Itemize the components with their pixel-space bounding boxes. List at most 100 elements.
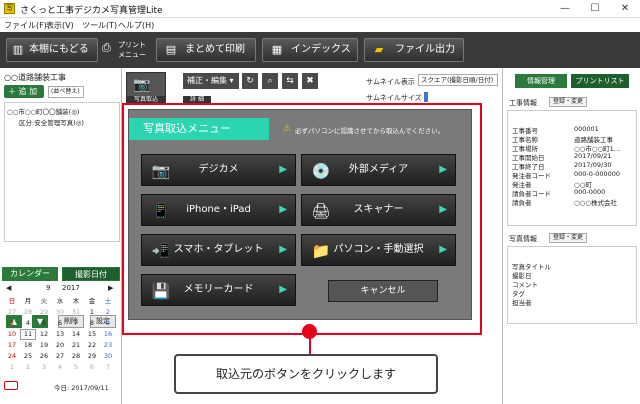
calendar-day[interactable]: 30 <box>100 351 116 362</box>
close-button[interactable]: ✕ <box>610 0 640 18</box>
tab-photo-import[interactable]: 写真取込 <box>126 96 166 103</box>
calendar-day[interactable]: 24 <box>4 351 20 362</box>
site-name: ○○道路舗装工事 <box>4 73 66 82</box>
calendar-week: 27 28 29 30 31 1 2 <box>2 307 120 318</box>
calendar-day[interactable]: 30 <box>52 307 68 318</box>
add-button[interactable]: ＋ 追 加 <box>4 85 44 98</box>
work-info-row: 工事終了日 2017/09/30 <box>508 161 636 171</box>
work-info-row: 発注者 ○○町 <box>508 179 636 189</box>
calendar-day[interactable]: 15 <box>84 329 100 340</box>
prev-month-icon[interactable]: ◀ <box>6 284 11 292</box>
calendar-day[interactable]: 4 <box>52 362 68 373</box>
calendar-day[interactable]: 27 <box>4 307 20 318</box>
thumbnail-size-slider[interactable] <box>424 92 428 102</box>
calendar-weeks: 27 28 29 30 31 1 2 3 4 5 6 7 8 9 10 11 12 13 14 15 16 17 18 19 2… <box>2 307 120 373</box>
calendar-day[interactable]: 22 <box>84 340 100 351</box>
calendar-day[interactable]: 1 <box>84 307 100 318</box>
maximize-button[interactable]: ☐ <box>580 0 610 18</box>
calendar-month: 9 <box>46 284 51 292</box>
thumbnail-size-label: サムネイルサイズ <box>366 94 422 102</box>
edit-menu-button[interactable]: 補正・編集 ▾ <box>183 73 239 89</box>
calendar-day[interactable]: 6 <box>52 318 68 329</box>
bookshelf-icon: ▥ <box>12 43 24 56</box>
calendar-day[interactable]: 11 <box>20 329 36 340</box>
swap-icon[interactable]: ⇆ <box>282 73 298 89</box>
thumbnail-display-label: サムネイル表示 <box>366 78 415 86</box>
menu-view[interactable]: 表示(V) <box>46 20 74 31</box>
weekday: 木 <box>72 297 80 305</box>
index-button[interactable]: ▦ インデックス <box>262 38 358 62</box>
calendar-day[interactable]: 2 <box>100 307 116 318</box>
menu-help[interactable]: ヘルプ(H) <box>118 20 154 31</box>
weekday: 水 <box>56 297 64 305</box>
calendar-day[interactable]: 20 <box>52 340 68 351</box>
zoom-icon[interactable]: ⌕ <box>262 73 278 89</box>
calendar-day[interactable]: 17 <box>4 340 20 351</box>
file-output-button[interactable]: ▰ ファイル出力 <box>364 38 464 62</box>
calendar-day[interactable]: 5 <box>68 362 84 373</box>
calendar-day[interactable]: 9 <box>100 318 116 329</box>
calendar-day[interactable]: 23 <box>100 340 116 351</box>
tab-detail[interactable]: 詳 細 <box>183 96 211 103</box>
tree-item-category[interactable]: 区分:安全管理写真(◎) <box>5 116 119 127</box>
sort-select[interactable]: (並べ替え) <box>48 86 84 98</box>
camera-icon: 📷 <box>133 77 151 93</box>
calendar-day[interactable]: 14 <box>68 329 84 340</box>
tab-print-list[interactable]: プリントリスト <box>571 74 629 88</box>
work-info-value: ○○○株式会社 <box>574 199 618 207</box>
trash-icon[interactable]: ✖ <box>302 73 318 89</box>
calendar-day[interactable]: 28 <box>68 351 84 362</box>
tree-item-site[interactable]: ○○市○○町〇〇舗装(◎) <box>5 103 119 116</box>
calendar-day[interactable]: 18 <box>20 340 36 351</box>
photo-info-row: 撮影日 <box>508 270 636 280</box>
tab-shoot-date[interactable]: 撮影日付 <box>62 267 120 281</box>
calendar-day[interactable]: 5 <box>36 318 52 329</box>
instruction-callout: 取込元のボタンをクリックします <box>174 354 438 394</box>
calendar-day[interactable]: 25 <box>20 351 36 362</box>
calendar-day[interactable]: 13 <box>52 329 68 340</box>
calendar-day[interactable]: 3 <box>36 362 52 373</box>
minimize-button[interactable]: — <box>550 0 580 18</box>
calendar-week: 17 18 19 20 21 22 23 <box>2 340 120 351</box>
next-month-icon[interactable]: ▶ <box>108 284 113 292</box>
back-to-shelf-button[interactable]: ▥ 本棚にもどる <box>6 38 98 62</box>
tab-calendar[interactable]: カレンダー <box>2 267 58 281</box>
calendar-week: 1234567 <box>2 362 120 373</box>
calendar-day[interactable]: 31 <box>68 307 84 318</box>
work-info-row: 工事開始日 2017/09/21 <box>508 152 636 162</box>
calendar-day[interactable]: 7 <box>68 318 84 329</box>
printer-icon: ⎙ <box>102 41 111 54</box>
calendar-day[interactable]: 26 <box>36 351 52 362</box>
calendar-day[interactable]: 28 <box>20 307 36 318</box>
calendar-day[interactable]: 16 <box>100 329 116 340</box>
calendar-weekdays: 日 月 火 水 木 金 土 <box>2 296 120 307</box>
menu-bar: ファイル(F) 表示(V) ツール(T) ヘルプ(H) <box>0 18 640 32</box>
calendar-day[interactable]: 29 <box>84 351 100 362</box>
print-menu-button[interactable]: ⎙ プリント メニュー <box>100 38 152 62</box>
weekday: 土 <box>104 297 112 305</box>
calendar-day[interactable]: 3 <box>4 318 20 329</box>
calendar-day[interactable]: 7 <box>100 362 116 373</box>
tab-info-management[interactable]: 情報管理 <box>515 74 567 88</box>
calendar-day[interactable]: 6 <box>84 362 100 373</box>
work-info-value: 2017/09/21 <box>574 152 612 160</box>
calendar-day[interactable]: 4 <box>20 318 36 329</box>
calendar-day[interactable]: 27 <box>52 351 68 362</box>
work-info-key: 請負者 <box>512 199 532 207</box>
calendar-day[interactable]: 12 <box>36 329 52 340</box>
today-marker-icon <box>4 381 18 390</box>
photo-info-edit-button[interactable]: 登録・変更 <box>549 233 587 243</box>
menu-tools[interactable]: ツール(T) <box>82 20 117 31</box>
batch-print-button[interactable]: ▤ まとめて印刷 <box>156 38 256 62</box>
calendar-day[interactable]: 10 <box>4 329 20 340</box>
thumbnail-display-select[interactable]: スクエア(撮影日順/日付) <box>418 74 498 86</box>
rotate-icon[interactable]: ↻ <box>242 73 258 89</box>
menu-file[interactable]: ファイル(F) <box>4 20 47 31</box>
calendar-day[interactable]: 29 <box>36 307 52 318</box>
calendar-day[interactable]: 8 <box>84 318 100 329</box>
calendar-day[interactable]: 19 <box>36 340 52 351</box>
calendar-day[interactable]: 21 <box>68 340 84 351</box>
calendar-day[interactable]: 2 <box>20 362 36 373</box>
calendar-day[interactable]: 1 <box>4 362 20 373</box>
work-info-edit-button[interactable]: 登録・変更 <box>549 97 587 107</box>
